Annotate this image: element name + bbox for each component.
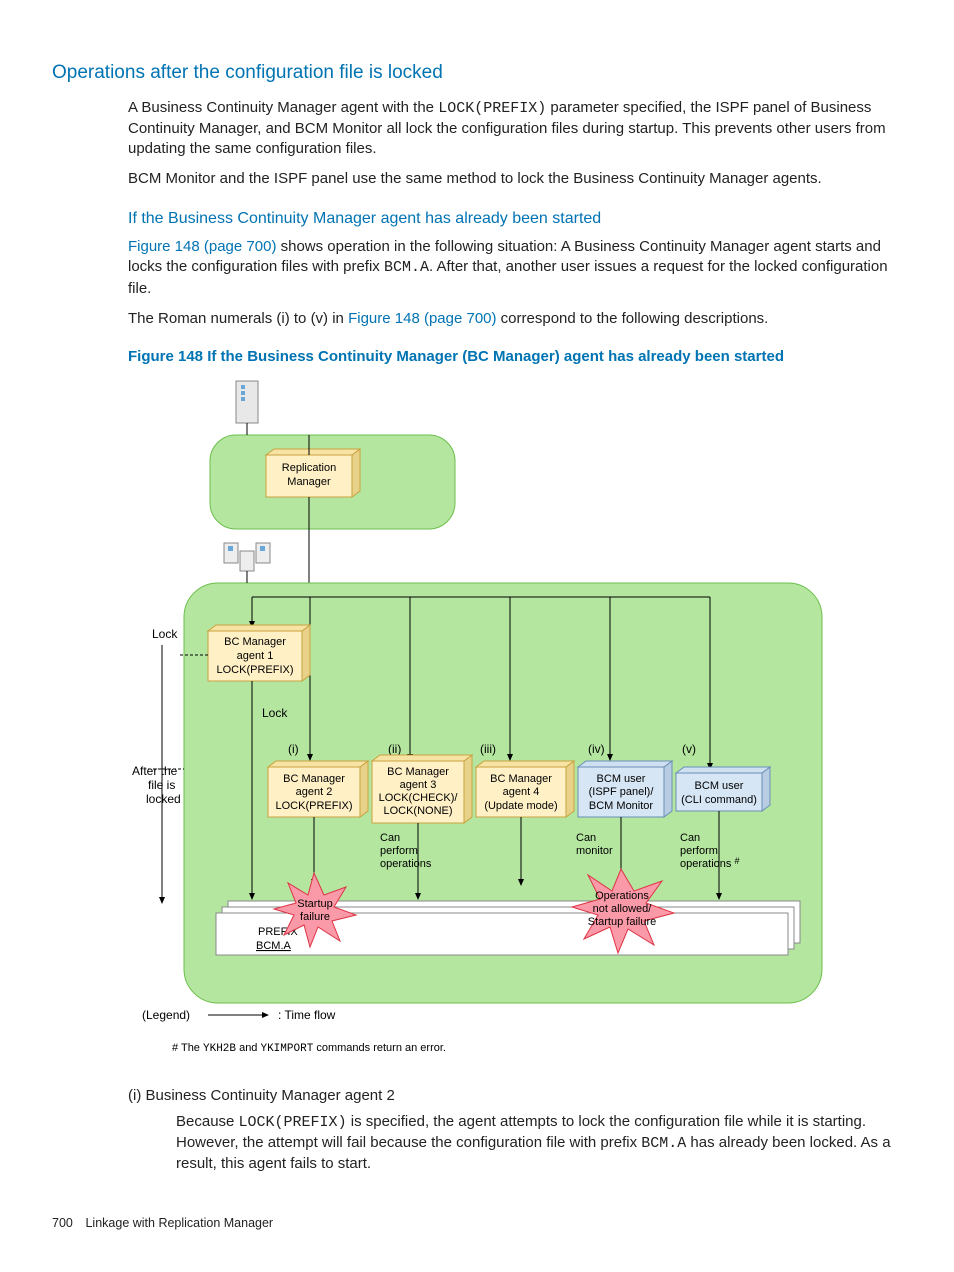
list-item-i-body: Because LOCK(PREFIX) is specified, the a…: [176, 1112, 902, 1175]
svg-text:operations: operations: [380, 858, 432, 870]
list-item-i-heading: (i) Business Continuity Manager agent 2: [128, 1086, 902, 1106]
svg-text:LOCK(NONE): LOCK(NONE): [383, 805, 452, 817]
replication-manager-box: Replication Manager: [266, 449, 360, 497]
section-heading: Operations after the configuration file …: [52, 60, 902, 86]
can-perform-label: Can: [380, 832, 400, 844]
text: Because: [176, 1113, 239, 1130]
svg-text:locked: locked: [146, 792, 181, 806]
svg-text:LOCK(CHECK)/: LOCK(CHECK)/: [379, 792, 459, 804]
roman-v: (v): [682, 742, 696, 756]
page-number: 700: [52, 1215, 82, 1232]
paragraph-4: The Roman numerals (i) to (v) in Figure …: [128, 309, 902, 329]
svg-text:LOCK(PREFIX): LOCK(PREFIX): [216, 664, 293, 676]
svg-text:LOCK(PREFIX): LOCK(PREFIX): [275, 800, 352, 812]
svg-text:failure: failure: [300, 911, 330, 923]
svg-text:BC Manager: BC Manager: [387, 766, 449, 778]
svg-text:perform: perform: [680, 845, 718, 857]
lock-label-inside: Lock: [262, 706, 288, 720]
paragraph-3: Figure 148 (page 700) shows operation in…: [128, 237, 902, 299]
code: LOCK(PREFIX): [239, 1114, 347, 1131]
can-monitor-label: Can: [576, 832, 596, 844]
page-footer: 700 Linkage with Replication Manager: [52, 1215, 902, 1232]
agent-1-box: BC Manager agent 1 LOCK(PREFIX): [208, 625, 310, 681]
svg-text:file is: file is: [148, 778, 175, 792]
paragraph-1: A Business Continuity Manager agent with…: [128, 98, 902, 160]
server-icon: [236, 381, 258, 423]
text: A Business Continuity Manager agent with…: [128, 99, 438, 116]
agent-4-box: BC Manager agent 4 (Update mode): [476, 761, 574, 817]
svg-text:Operations: Operations: [595, 890, 649, 902]
svg-text:not allowed/: not allowed/: [593, 903, 653, 915]
svg-text:(ISPF panel)/: (ISPF panel)/: [589, 786, 655, 798]
svg-text:Manager: Manager: [287, 476, 331, 488]
text: correspond to the following descriptions…: [497, 310, 769, 327]
svg-text:BC Manager: BC Manager: [283, 773, 345, 785]
figure-caption: Figure 148 If the Business Continuity Ma…: [128, 347, 902, 367]
svg-text:operations #: operations #: [680, 856, 739, 870]
svg-text:BCM user: BCM user: [597, 773, 646, 785]
bcm-user-cli-box: BCM user (CLI command): [676, 767, 770, 811]
paragraph-2: BCM Monitor and the ISPF panel use the s…: [128, 169, 902, 189]
subsection-heading: If the Business Continuity Manager agent…: [128, 208, 902, 230]
timeflow-label: : Time flow: [278, 1008, 336, 1022]
svg-text:(CLI command): (CLI command): [681, 794, 757, 806]
svg-text:monitor: monitor: [576, 845, 613, 857]
svg-text:agent 2: agent 2: [296, 786, 333, 798]
figure-footnote: # The YKH2B and YKIMPORT commands return…: [172, 1042, 446, 1055]
svg-text:BCM user: BCM user: [695, 780, 744, 792]
figure-link[interactable]: Figure 148 (page 700): [128, 238, 276, 255]
svg-text:BCM.A: BCM.A: [256, 940, 292, 952]
code: LOCK(PREFIX): [438, 100, 546, 117]
can-perform2-label: Can: [680, 832, 700, 844]
svg-text:(Update mode): (Update mode): [484, 800, 557, 812]
code: BCM.A: [384, 259, 429, 276]
svg-text:Replication: Replication: [282, 462, 336, 474]
text: The Roman numerals (i) to (v) in: [128, 310, 348, 327]
code: BCM.A: [641, 1135, 686, 1152]
footer-text: Linkage with Replication Manager: [85, 1216, 273, 1230]
after-label: After the: [132, 764, 178, 778]
svg-text:agent 3: agent 3: [400, 779, 437, 791]
legend-label: (Legend): [142, 1008, 190, 1022]
roman-ii: (ii): [388, 742, 401, 756]
bcm-user-ispf-box: BCM user (ISPF panel)/ BCM Monitor: [578, 761, 672, 817]
roman-i: (i): [288, 742, 299, 756]
agent-3-box: BC Manager agent 3 LOCK(CHECK)/ LOCK(NON…: [372, 755, 472, 823]
svg-text:agent 4: agent 4: [503, 786, 540, 798]
figure-148-diagram: Replication Manager (i) (ii) (iii) (iv) …: [128, 375, 902, 1071]
roman-iii: (iii): [480, 742, 496, 756]
svg-text:BCM Monitor: BCM Monitor: [589, 800, 654, 812]
svg-text:agent 1: agent 1: [237, 650, 274, 662]
lock-label-outside: Lock: [152, 627, 178, 641]
figure-link[interactable]: Figure 148 (page 700): [348, 310, 496, 327]
host-icon: [224, 543, 270, 571]
svg-text:Startup: Startup: [297, 898, 332, 910]
agent-2-box: BC Manager agent 2 LOCK(PREFIX): [268, 761, 368, 817]
roman-iv: (iv): [588, 742, 605, 756]
svg-text:BC Manager: BC Manager: [490, 773, 552, 785]
svg-text:BC Manager: BC Manager: [224, 636, 286, 648]
svg-text:perform: perform: [380, 845, 418, 857]
svg-text:Startup failure: Startup failure: [588, 916, 656, 928]
